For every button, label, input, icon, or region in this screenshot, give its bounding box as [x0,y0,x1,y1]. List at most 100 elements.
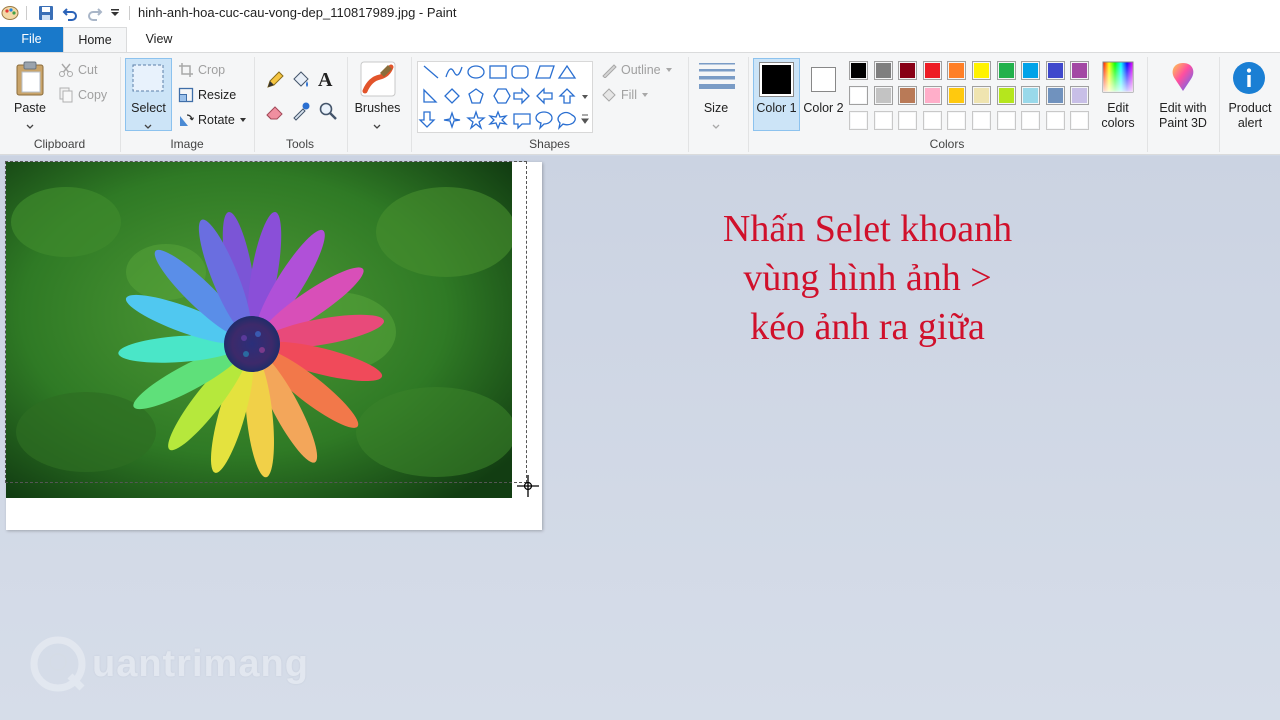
cut-button[interactable]: Cut [58,62,97,78]
copy-button[interactable]: Copy [58,87,107,103]
tab-file[interactable]: File [0,27,63,52]
watermark-text: uantrimang [92,642,309,685]
color-swatch[interactable] [898,86,918,105]
color-swatch[interactable] [996,111,1016,130]
color-swatch[interactable] [1045,111,1065,130]
color1-swatch-frame [759,62,794,97]
rotate-button[interactable]: Rotate [178,112,247,128]
chevron-down-icon[interactable] [711,119,721,129]
curve-shape-icon [445,66,463,78]
color2-swatch [813,69,834,90]
outline-button[interactable]: Outline [601,62,673,78]
paint3d-button[interactable]: Edit with Paint 3D [1152,101,1214,131]
outline-icon [602,64,617,78]
undo-icon[interactable] [60,4,80,22]
color-swatch[interactable] [922,61,942,80]
divider [26,6,27,20]
fill-bucket-icon[interactable] [291,70,311,90]
resize-button[interactable]: Resize [178,87,236,103]
polygon-shape-icon [535,65,555,79]
color1-swatch [762,65,791,94]
divider [129,6,130,20]
color-swatch[interactable] [873,86,893,105]
color-swatch[interactable] [996,86,1016,105]
color-swatch[interactable] [1021,86,1041,105]
outline-label: Outline [621,63,661,77]
tab-home[interactable]: Home [63,27,127,52]
magnifier-icon[interactable] [318,101,338,121]
fill-button[interactable]: Fill [601,87,649,103]
size-icon[interactable] [698,62,736,92]
rectangular-callout-shape-icon [513,113,531,130]
color-swatch[interactable] [972,61,991,80]
color-swatch[interactable] [947,61,967,80]
ribbon: Paste Cut Copy Clipboard Select Crop Res… [0,52,1280,155]
crop-button[interactable]: Crop [178,62,225,78]
chevron-down-icon[interactable] [372,119,382,129]
eraser-icon[interactable] [265,101,285,121]
text-tool-icon[interactable]: A [318,69,338,91]
color-swatch[interactable] [972,111,991,130]
color-swatch[interactable] [972,86,991,105]
color-swatch[interactable] [898,61,918,80]
shapes-scroll[interactable] [579,65,591,129]
save-icon[interactable] [36,4,56,22]
annotation-line-2: vùng hình ảnh > [743,257,992,299]
color-swatch[interactable] [849,61,868,80]
annotation-line-1: Nhấn Selet khoanh [722,208,1013,250]
annotation-text: Nhấn Selet khoanh vùng hình ảnh > kéo ản… [680,205,1055,352]
resize-label: Resize [198,88,237,102]
info-icon[interactable] [1232,61,1266,95]
color-swatch[interactable] [1021,111,1041,130]
customize-quick-access-icon[interactable] [108,4,122,22]
scissors-icon [59,63,73,77]
color-swatch[interactable] [1021,61,1041,80]
canvas-area[interactable]: uantrimang [0,156,1280,720]
selection-marquee[interactable] [5,161,527,483]
right-triangle-shape-icon [423,88,438,103]
color-swatch[interactable] [1070,86,1090,105]
color2-button[interactable] [806,62,841,97]
caret-down-icon [665,68,672,72]
color-swatch[interactable] [947,86,967,105]
group-label-shapes: Shapes [529,137,570,151]
color-swatch[interactable] [1045,86,1065,105]
paint3d-icon[interactable] [1168,61,1198,95]
color-swatch[interactable] [873,61,893,80]
select-icon [131,63,165,93]
color-swatch[interactable] [849,86,868,105]
cut-label: Cut [78,63,98,77]
edit-colors-button[interactable]: Edit colors [1095,101,1141,131]
color-swatch[interactable] [1070,111,1090,130]
edit-colors-icon[interactable] [1102,61,1134,93]
color-swatch[interactable] [849,111,868,130]
group-label-clipboard: Clipboard [33,137,86,151]
color-swatch[interactable] [898,111,918,130]
color-swatch[interactable] [947,111,967,130]
shapes-gallery[interactable] [417,61,593,133]
move-cursor-icon [516,474,540,498]
pencil-icon[interactable] [265,70,285,90]
brushes-button[interactable]: Brushes [350,101,405,116]
paste-button[interactable]: Paste [10,101,50,116]
tab-view[interactable]: View [127,27,191,52]
color-swatch[interactable] [873,111,893,130]
color-swatch[interactable] [922,86,942,105]
ribbon-tabs: File Home View [0,27,1280,52]
paste-icon[interactable] [14,61,46,97]
size-button[interactable]: Size [696,101,736,116]
color-swatch[interactable] [996,61,1016,80]
redo-icon[interactable] [85,4,105,22]
product-alert-button[interactable]: Product alert [1224,101,1276,131]
color-swatch[interactable] [1070,61,1090,80]
oval-callout-shape-icon [535,111,553,130]
color2-label: Color 2 [803,101,844,115]
color-picker-icon[interactable] [291,101,311,121]
color-swatch[interactable] [1045,61,1065,80]
brushes-icon[interactable] [360,61,396,97]
chevron-down-icon[interactable] [25,119,35,129]
chevron-down-icon[interactable] [143,119,153,129]
color-swatch[interactable] [922,111,942,130]
paint-app-icon[interactable] [0,4,20,22]
up-arrow-shape-icon [558,88,576,104]
